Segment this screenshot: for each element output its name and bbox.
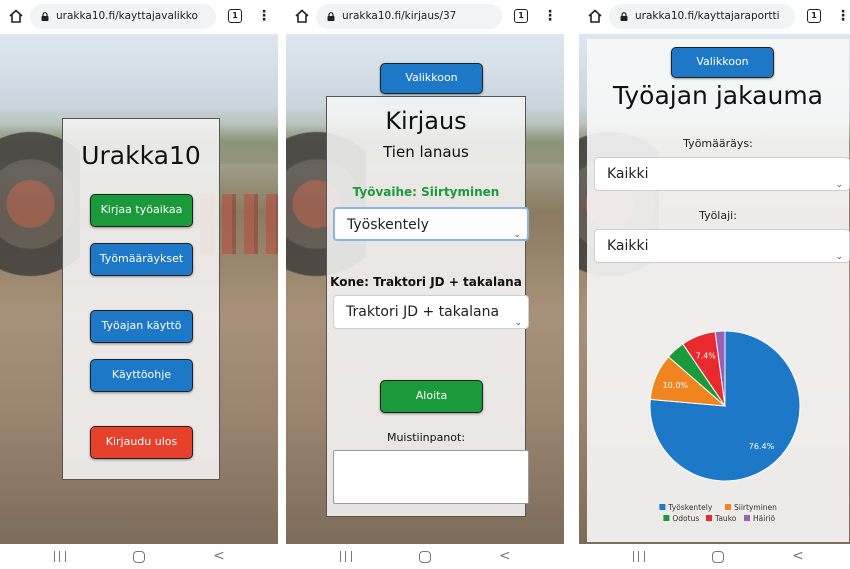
address-bar[interactable]: urakka10.fi/kirjaus/37 <box>316 4 502 29</box>
recents-icon[interactable] <box>340 551 352 562</box>
chevron-down-icon: ⌄ <box>513 230 521 240</box>
home-icon[interactable] <box>588 9 602 23</box>
report-title: Työajan jakauma <box>613 81 823 110</box>
legend-swatch <box>659 504 666 510</box>
work-orders-button[interactable]: Työmääräykset <box>90 243 193 276</box>
system-nav-bar: < <box>0 544 278 569</box>
work-phase-label: Työvaihe: Siirtyminen <box>352 185 500 199</box>
chevron-down-icon: ⌄ <box>835 252 843 262</box>
back-icon[interactable]: < <box>213 549 225 563</box>
pie-data-label: 76.4% <box>749 442 775 451</box>
machine-label: Kone: Traktori JD + takalana <box>330 275 522 289</box>
legend-label[interactable]: Työskentely <box>667 503 712 512</box>
chevron-down-icon: ⌄ <box>835 180 843 190</box>
notes-textarea[interactable] <box>333 450 529 504</box>
notes-label: Muistiinpanot: <box>386 431 466 444</box>
entry-subtitle: Tien lanaus <box>383 143 469 161</box>
legend-swatch <box>663 515 670 521</box>
system-nav-bar: < <box>286 544 564 569</box>
legend-swatch <box>706 515 712 521</box>
start-button[interactable]: Aloita <box>380 380 483 413</box>
user-guide-button[interactable]: Käyttöohje <box>90 359 193 392</box>
home-nav-icon[interactable] <box>133 551 145 563</box>
legend-swatch <box>744 515 750 521</box>
home-nav-icon[interactable] <box>712 551 724 563</box>
work-time-usage-button[interactable]: Työajan käyttö <box>90 310 193 343</box>
legend-label[interactable]: Tauko <box>714 514 737 523</box>
pie-data-label: 7.4% <box>696 352 717 361</box>
work-type-label: Työlaji: <box>699 209 737 222</box>
work-order-select-value: Kaikki <box>607 166 649 182</box>
tab-count-button[interactable]: 1 <box>807 9 821 23</box>
work-phase-select[interactable]: Työskentely ⌄ <box>333 207 529 241</box>
report-screen: urakka10.fi/kayttajaraportti 1 ⋮ Työajan… <box>579 0 850 569</box>
browser-toolbar: urakka10.fi/kirjaus/37 1 ⋮ <box>286 0 564 34</box>
work-phase-select-value: Työskentely <box>347 217 429 233</box>
logout-button[interactable]: Kirjaudu ulos <box>90 426 193 459</box>
work-type-select-value: Kaikki <box>607 238 649 254</box>
address-bar[interactable]: urakka10.fi/kayttajaraportti <box>609 4 795 29</box>
system-nav-bar: < <box>579 544 850 569</box>
home-icon[interactable] <box>295 9 309 23</box>
browser-toolbar: urakka10.fi/kayttajavalikko 1 ⋮ <box>0 0 278 34</box>
work-order-label: Työmääräys: <box>683 137 753 150</box>
legend-label[interactable]: Siirtyminen <box>734 503 777 512</box>
machine-select[interactable]: Traktori JD + takalana ⌄ <box>333 295 529 329</box>
menu-screen: urakka10.fi/kayttajavalikko 1 ⋮ Urakka10… <box>0 0 278 569</box>
tab-count-button[interactable]: 1 <box>228 9 242 23</box>
kebab-menu-icon[interactable]: ⋮ <box>543 7 557 25</box>
report-panel: Työajan jakauma Työmääräys: Kaikki ⌄ Työ… <box>587 39 850 542</box>
machine-select-value: Traktori JD + takalana <box>346 304 500 320</box>
kebab-menu-icon[interactable]: ⋮ <box>257 7 271 25</box>
chevron-down-icon: ⌄ <box>514 318 522 328</box>
work-type-select[interactable]: Kaikki ⌄ <box>594 229 850 263</box>
entry-panel: Kirjaus Tien lanaus Työvaihe: Siirtymine… <box>326 96 529 517</box>
legend-label[interactable]: Odotus <box>672 514 699 523</box>
recents-icon[interactable] <box>54 551 66 562</box>
lock-icon <box>620 12 628 21</box>
back-to-menu-button[interactable]: Valikkoon <box>380 63 483 94</box>
lock-icon <box>327 12 335 21</box>
back-to-menu-button[interactable]: Valikkoon <box>671 47 774 78</box>
back-icon[interactable]: < <box>499 549 511 563</box>
menu-panel: Urakka10 Kirjaa työaikaa Työmääräykset T… <box>62 118 220 480</box>
work-time-pie-chart: 76.4% 10.0% 7.4% Työskentely Siirtyminen Odot… <box>649 330 801 523</box>
legend-label[interactable]: Häiriö <box>753 514 775 523</box>
browser-toolbar: urakka10.fi/kayttajaraportti 1 ⋮ <box>579 0 850 34</box>
work-order-select[interactable]: Kaikki ⌄ <box>594 157 850 191</box>
lock-icon <box>41 12 49 21</box>
recents-icon[interactable] <box>633 551 645 562</box>
log-work-time-button[interactable]: Kirjaa työaikaa <box>90 194 193 227</box>
app-title: Urakka10 <box>81 141 201 170</box>
pie-data-label: 10.0% <box>663 381 689 390</box>
entry-title: Kirjaus <box>385 107 467 135</box>
legend-swatch <box>725 504 731 510</box>
home-icon[interactable] <box>9 9 23 23</box>
kebab-menu-icon[interactable]: ⋮ <box>836 7 850 25</box>
entry-screen: urakka10.fi/kirjaus/37 1 ⋮ Kirjaus Tien … <box>286 0 564 569</box>
url-text: urakka10.fi/kirjaus/37 <box>342 10 457 22</box>
tab-count-button[interactable]: 1 <box>514 9 528 23</box>
back-icon[interactable]: < <box>792 549 804 563</box>
url-text: urakka10.fi/kayttajaraportti <box>635 10 780 22</box>
url-text: urakka10.fi/kayttajavalikko <box>56 10 198 22</box>
address-bar[interactable]: urakka10.fi/kayttajavalikko <box>30 4 216 29</box>
home-nav-icon[interactable] <box>419 551 431 563</box>
